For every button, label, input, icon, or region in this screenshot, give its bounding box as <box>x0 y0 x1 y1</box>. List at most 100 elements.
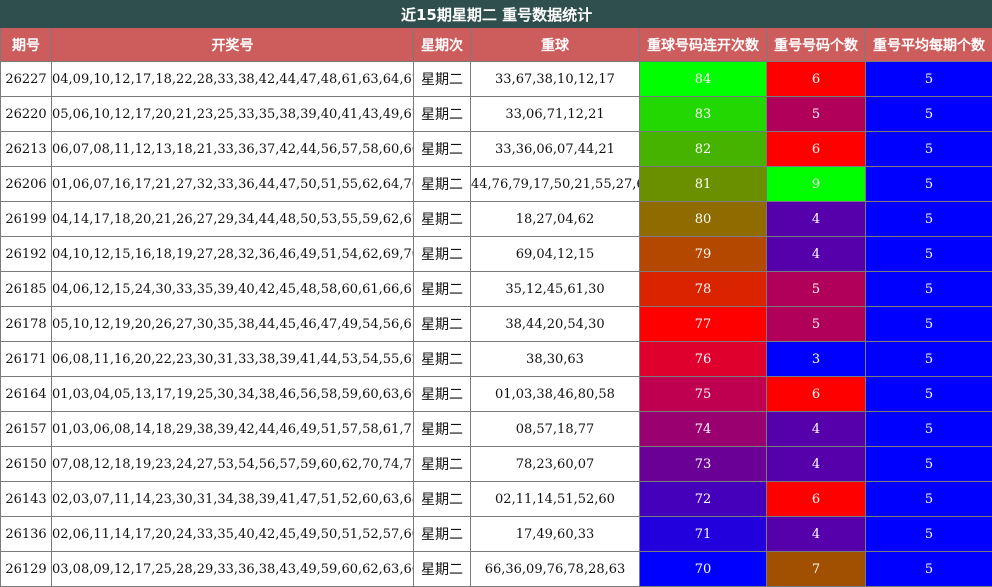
average-count-cell: 5 <box>864 411 992 447</box>
repeat-balls-cell: 78,23,60,07 <box>470 446 640 482</box>
repeat-count-cell: 4 <box>766 446 866 482</box>
draw-numbers-cell: 01,03,06,08,14,18,29,38,39,42,44,46,49,5… <box>51 411 414 447</box>
table-row: 26171 06,08,11,16,20,22,23,30,31,33,38,39… <box>0 341 992 377</box>
table-body: 26227 04,09,10,12,17,18,22,28,33,38,42,44… <box>0 61 992 587</box>
draw-numbers-cell: 07,08,12,18,19,23,24,27,53,54,56,57,59,6… <box>51 446 414 482</box>
table-title: 近15期星期二 重号数据统计 <box>0 0 992 28</box>
consecutive-count-cell: 83 <box>639 96 767 132</box>
table-row: 26185 04,06,12,15,24,30,33,35,39,40,42,45… <box>0 271 992 307</box>
consecutive-count-cell: 74 <box>639 411 767 447</box>
repeat-balls-cell: 33,06,71,12,21 <box>470 96 640 132</box>
consecutive-count-cell: 71 <box>639 516 767 552</box>
consecutive-count-cell: 79 <box>639 236 767 272</box>
consecutive-count-cell: 73 <box>639 446 767 482</box>
table-row: 26143 02,03,07,11,14,23,30,31,34,38,39,41… <box>0 481 992 517</box>
draw-numbers-cell: 05,06,10,12,17,20,21,23,25,33,35,38,39,4… <box>51 96 414 132</box>
consecutive-count-cell: 72 <box>639 481 767 517</box>
repeat-balls-cell: 38,44,20,54,30 <box>470 306 640 342</box>
repeat-balls-cell: 44,76,79,17,50,21,55,27,62 <box>470 166 640 202</box>
repeat-balls-cell: 35,12,45,61,30 <box>470 271 640 307</box>
repeat-balls-cell: 01,03,38,46,80,58 <box>470 376 640 412</box>
consecutive-count-cell: 82 <box>639 131 767 167</box>
header-numbers: 开奖号 <box>51 27 414 62</box>
repeat-balls-cell: 33,67,38,10,12,17 <box>470 61 640 97</box>
draw-numbers-cell: 04,14,17,18,20,21,26,27,29,34,44,48,50,5… <box>51 201 414 237</box>
draw-numbers-cell: 03,08,09,12,17,25,28,29,33,36,38,43,49,5… <box>51 551 414 587</box>
repeat-balls-cell: 18,27,04,62 <box>470 201 640 237</box>
consecutive-count-cell: 77 <box>639 306 767 342</box>
weekday-cell: 星期二 <box>413 446 471 482</box>
issue-cell: 26213 <box>0 131 52 167</box>
repeat-count-cell: 4 <box>766 516 866 552</box>
draw-numbers-cell: 06,07,08,11,12,13,18,21,33,36,37,42,44,5… <box>51 131 414 167</box>
draw-numbers-cell: 01,03,04,05,13,17,19,25,30,34,38,46,56,5… <box>51 376 414 412</box>
average-count-cell: 5 <box>864 551 992 587</box>
draw-numbers-cell: 04,09,10,12,17,18,22,28,33,38,42,44,47,4… <box>51 61 414 97</box>
consecutive-count-cell: 70 <box>639 551 767 587</box>
repeat-count-cell: 3 <box>766 341 866 377</box>
weekday-cell: 星期二 <box>413 376 471 412</box>
draw-numbers-cell: 04,10,12,15,16,18,19,27,28,32,36,46,49,5… <box>51 236 414 272</box>
weekday-cell: 星期二 <box>413 551 471 587</box>
weekday-cell: 星期二 <box>413 516 471 552</box>
issue-cell: 26136 <box>0 516 52 552</box>
consecutive-count-cell: 84 <box>639 61 767 97</box>
table-row: 26157 01,03,06,08,14,18,29,38,39,42,44,46… <box>0 411 992 447</box>
repeat-count-cell: 6 <box>766 61 866 97</box>
repeat-count-cell: 5 <box>766 96 866 132</box>
draw-numbers-cell: 06,08,11,16,20,22,23,30,31,33,38,39,41,4… <box>51 341 414 377</box>
repeat-stats-table: 近15期星期二 重号数据统计 期号 开奖号 星期次 重球 重球号码连开次数 重号… <box>0 0 992 587</box>
repeat-count-cell: 4 <box>766 411 866 447</box>
draw-numbers-cell: 02,06,11,14,17,20,24,33,35,40,42,45,49,5… <box>51 516 414 552</box>
average-count-cell: 5 <box>864 236 992 272</box>
table-row: 26206 01,06,07,16,17,21,27,32,33,36,44,47… <box>0 166 992 202</box>
repeat-balls-cell: 08,57,18,77 <box>470 411 640 447</box>
header-weekday: 星期次 <box>413 27 471 62</box>
issue-cell: 26150 <box>0 446 52 482</box>
average-count-cell: 5 <box>864 446 992 482</box>
average-count-cell: 5 <box>864 516 992 552</box>
average-count-cell: 5 <box>864 61 992 97</box>
repeat-balls-cell: 38,30,63 <box>470 341 640 377</box>
average-count-cell: 5 <box>864 96 992 132</box>
issue-cell: 26164 <box>0 376 52 412</box>
repeat-balls-cell: 02,11,14,51,52,60 <box>470 481 640 517</box>
header-repeat-balls: 重球 <box>470 27 640 62</box>
consecutive-count-cell: 75 <box>639 376 767 412</box>
weekday-cell: 星期二 <box>413 481 471 517</box>
weekday-cell: 星期二 <box>413 341 471 377</box>
average-count-cell: 5 <box>864 131 992 167</box>
weekday-cell: 星期二 <box>413 411 471 447</box>
average-count-cell: 5 <box>864 201 992 237</box>
repeat-count-cell: 6 <box>766 131 866 167</box>
consecutive-count-cell: 81 <box>639 166 767 202</box>
average-count-cell: 5 <box>864 166 992 202</box>
weekday-cell: 星期二 <box>413 306 471 342</box>
draw-numbers-cell: 04,06,12,15,24,30,33,35,39,40,42,45,48,5… <box>51 271 414 307</box>
issue-cell: 26192 <box>0 236 52 272</box>
repeat-count-cell: 4 <box>766 236 866 272</box>
issue-cell: 26143 <box>0 481 52 517</box>
table-row: 26150 07,08,12,18,19,23,24,27,53,54,56,57… <box>0 446 992 482</box>
issue-cell: 26220 <box>0 96 52 132</box>
table-row: 26136 02,06,11,14,17,20,24,33,35,40,42,45… <box>0 516 992 552</box>
weekday-cell: 星期二 <box>413 236 471 272</box>
table-row: 26178 05,10,12,19,20,26,27,30,35,38,44,45… <box>0 306 992 342</box>
weekday-cell: 星期二 <box>413 201 471 237</box>
draw-numbers-cell: 05,10,12,19,20,26,27,30,35,38,44,45,46,4… <box>51 306 414 342</box>
issue-cell: 26206 <box>0 166 52 202</box>
average-count-cell: 5 <box>864 376 992 412</box>
draw-numbers-cell: 02,03,07,11,14,23,30,31,34,38,39,41,47,5… <box>51 481 414 517</box>
average-count-cell: 5 <box>864 481 992 517</box>
issue-cell: 26227 <box>0 61 52 97</box>
repeat-balls-cell: 33,36,06,07,44,21 <box>470 131 640 167</box>
average-count-cell: 5 <box>864 271 992 307</box>
header-issue: 期号 <box>0 27 52 62</box>
issue-cell: 26178 <box>0 306 52 342</box>
repeat-count-cell: 9 <box>766 166 866 202</box>
repeat-balls-cell: 17,49,60,33 <box>470 516 640 552</box>
repeat-count-cell: 7 <box>766 551 866 587</box>
weekday-cell: 星期二 <box>413 131 471 167</box>
weekday-cell: 星期二 <box>413 271 471 307</box>
issue-cell: 26171 <box>0 341 52 377</box>
